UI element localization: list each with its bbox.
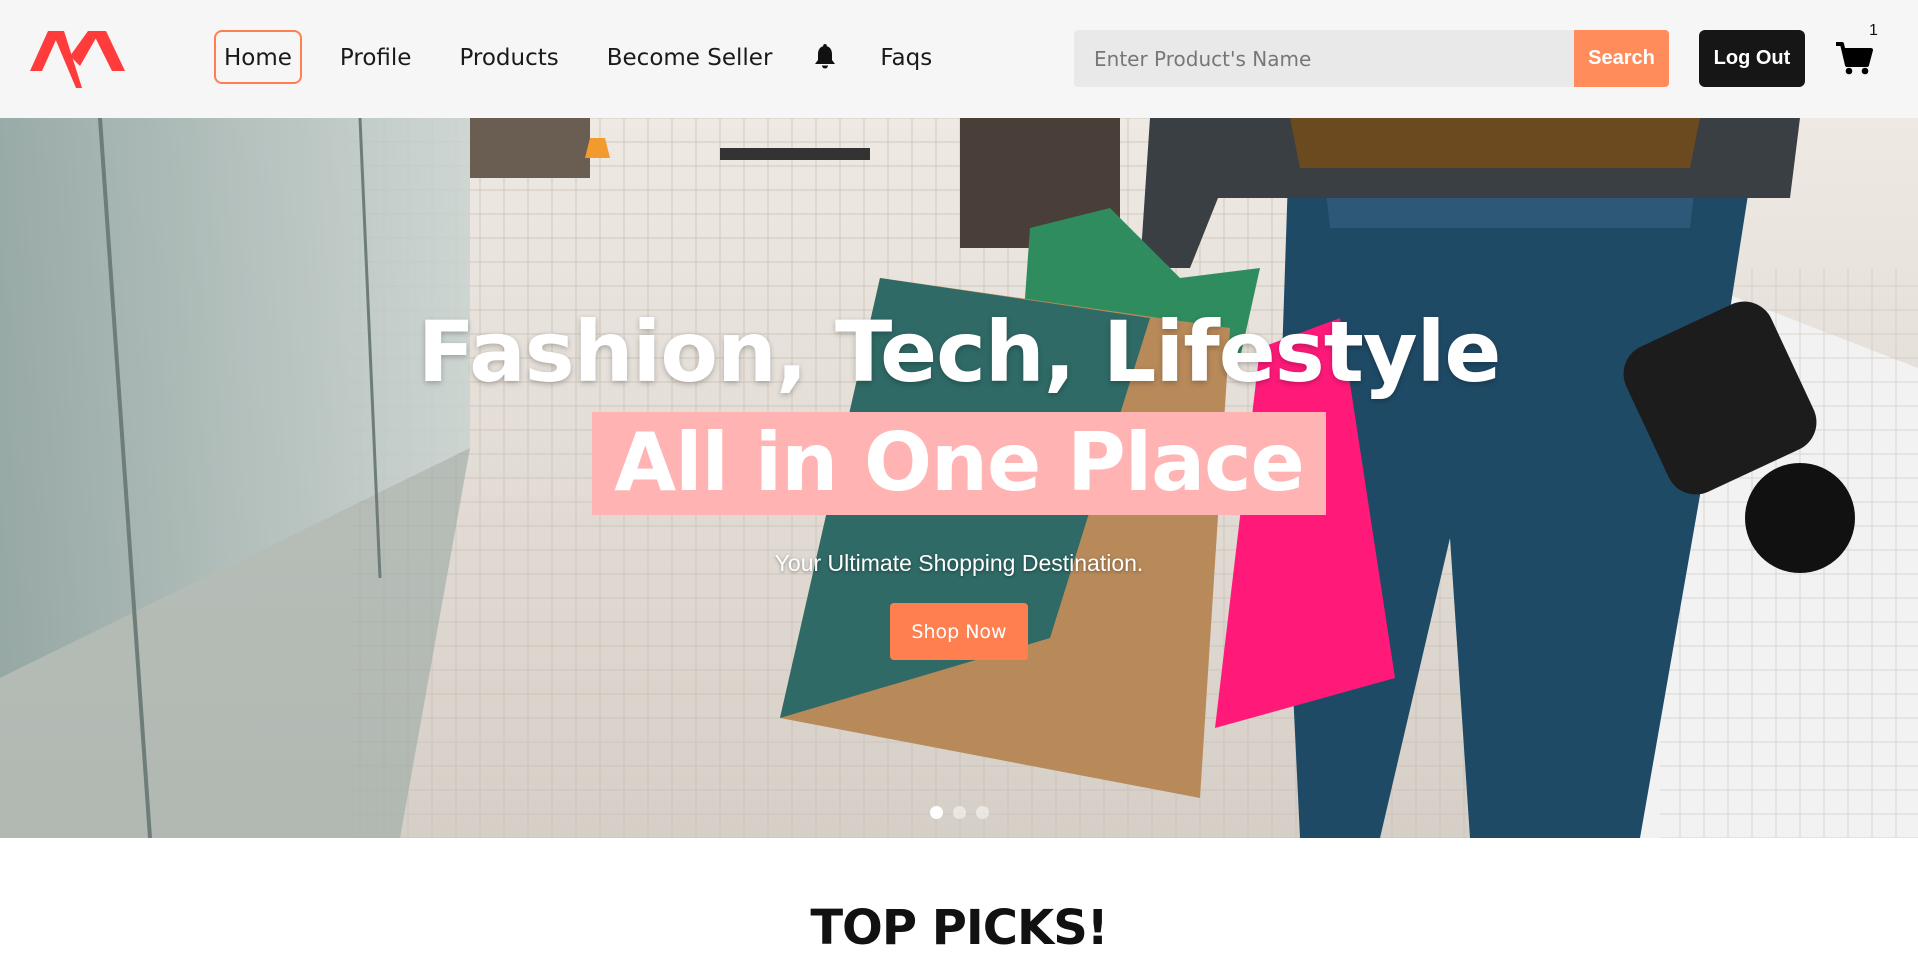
nav-profile-link[interactable]: Profile — [330, 30, 422, 84]
product-search-input[interactable] — [1074, 30, 1574, 87]
hero-title: Fashion, Tech, Lifestyle — [417, 303, 1502, 401]
carousel-indicators — [0, 806, 1918, 819]
cart-icon[interactable] — [1834, 38, 1874, 78]
bell-icon[interactable] — [810, 30, 840, 84]
search-button[interactable]: Search — [1574, 30, 1669, 87]
hero-subtitle: All in One Place — [592, 412, 1326, 515]
brand-logo-icon[interactable] — [30, 26, 130, 96]
main-nav: Home Profile Products Become Seller Faqs — [214, 30, 970, 84]
nav-faqs-link[interactable]: Faqs — [870, 30, 942, 84]
nav-become-seller-link[interactable]: Become Seller — [597, 30, 783, 84]
logout-button[interactable]: Log Out — [1699, 30, 1805, 87]
cart-count-badge: 1 — [1869, 22, 1878, 39]
top-picks-heading: TOP PICKS! — [810, 900, 1108, 956]
nav-home-link[interactable]: Home — [214, 30, 302, 84]
navbar: Home Profile Products Become Seller Faqs… — [0, 0, 1918, 118]
carousel-dot-2[interactable] — [952, 806, 966, 819]
hero-tagline: Your Ultimate Shopping Destination. — [774, 550, 1144, 576]
carousel-dot-1[interactable] — [929, 806, 943, 819]
shop-now-button[interactable]: Shop Now — [890, 603, 1028, 660]
carousel-dot-3[interactable] — [975, 806, 989, 819]
hero-carousel: Fashion, Tech, Lifestyle All in One Plac… — [0, 118, 1918, 838]
nav-products-link[interactable]: Products — [449, 30, 568, 84]
